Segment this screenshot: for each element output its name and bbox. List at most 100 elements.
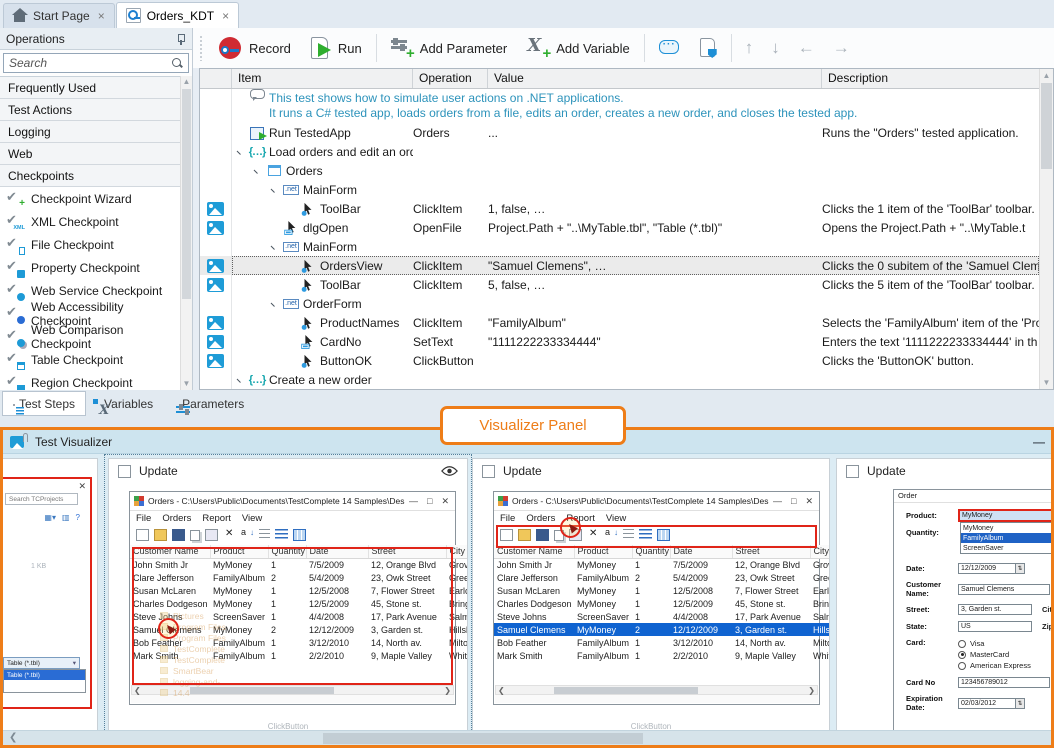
sidebar-item-xml-checkpoint[interactable]: ✔XML XML Checkpoint [0, 210, 180, 233]
visualizer-image-icon[interactable] [207, 316, 224, 330]
update-checkbox[interactable] [482, 465, 495, 478]
step-row[interactable]: Run TestedApp Orders ... Runs the "Order… [200, 123, 1039, 142]
visualizer-scrollbar[interactable]: ❮ [3, 730, 1051, 745]
sidebar-item-property-checkpoint[interactable]: ✔ Property Checkpoint [0, 256, 180, 279]
orders-toolbar-icon [657, 529, 670, 541]
tab-test-steps[interactable]: Test Steps [2, 391, 86, 416]
move-up-button[interactable]: ↑ [740, 38, 759, 58]
add-variable-button[interactable]: X+ Add Variable [521, 34, 635, 62]
minimize-icon: — [773, 496, 782, 507]
toolbar-grip[interactable] [199, 35, 204, 61]
scrollbar-thumb[interactable] [182, 89, 191, 299]
visualizer-image-icon[interactable] [207, 278, 224, 292]
column-item[interactable]: Item [232, 69, 413, 88]
column-description[interactable]: Description [822, 69, 1053, 88]
add-comment-button[interactable] [653, 35, 685, 61]
sidebar-item-web-comparison-checkpoint[interactable]: ✔ Web Comparison Checkpoint [0, 325, 180, 348]
move-left-button[interactable]: ← [793, 38, 820, 58]
orders-titlebar: Orders - C:\Users\Public\Documents\TestC… [130, 492, 455, 511]
step-row[interactable]: dlgOpen OpenFile Project.Path + "..\MyTa… [200, 218, 1039, 237]
order-row: Clare JeffersonFamilyAlbum25/4/200923, O… [130, 571, 467, 584]
step-row[interactable]: ButtonOK ClickButton Clicks the 'ButtonO… [200, 351, 1039, 370]
add-label-button[interactable] [693, 34, 723, 62]
scrollbar-thumb[interactable] [1041, 83, 1052, 169]
move-right-button[interactable]: → [828, 38, 855, 58]
sidebar-item-checkpoint-wizard[interactable]: ✔+ Checkpoint Wizard [0, 187, 180, 210]
sidebar-item-label: XML Checkpoint [31, 215, 119, 229]
column-value[interactable]: Value [488, 69, 822, 88]
category-logging[interactable]: Logging [0, 121, 180, 143]
move-down-button[interactable]: ↓ [766, 38, 785, 58]
category-frequently-used[interactable]: Frequently Used [0, 77, 180, 99]
search-input[interactable]: Search [3, 53, 189, 73]
orders-app-window: Orders - C:\Users\Public\Documents\TestC… [493, 491, 820, 705]
category-checkpoints[interactable]: Checkpoints [0, 165, 180, 187]
tab-start-page[interactable]: Start Page × [3, 3, 115, 28]
step-row[interactable]: {…}Create a new order [200, 370, 1039, 389]
visualizer-image-icon[interactable] [207, 354, 224, 368]
step-row[interactable]: {…}Load orders and edit an order [200, 142, 1039, 161]
operations-panel: Operations Search Frequently UsedTest Ac… [0, 28, 193, 390]
category-test-actions[interactable]: Test Actions [0, 99, 180, 121]
expand-caret-icon[interactable] [270, 185, 280, 195]
sidebar-item-region-checkpoint[interactable]: ✔ Region Checkpoint [0, 371, 180, 390]
expand-caret-icon[interactable] [270, 299, 280, 309]
thumbnail-open-dialog[interactable]: ✕ Search TCProjects ▦▾▥? 1 KB Table (*.t… [3, 458, 98, 730]
window-icon [265, 165, 283, 176]
scrollbar-thumb[interactable] [323, 733, 643, 744]
step-row[interactable]: ToolBar ClickItem 1, false, … Clicks the… [200, 199, 1039, 218]
close-icon[interactable]: × [98, 9, 105, 23]
run-button[interactable]: Run [305, 33, 368, 63]
orders-window-title: Orders - C:\Users\Public\Documents\TestC… [512, 496, 769, 506]
visualizer-image-icon[interactable] [207, 259, 224, 273]
update-checkbox[interactable] [118, 465, 131, 478]
expand-caret-icon[interactable] [270, 242, 280, 252]
thumbnail-update-grid[interactable]: Update Orders - C:\Users\Public\Document… [108, 458, 468, 730]
eye-icon[interactable] [441, 465, 458, 477]
comment-row[interactable]: This test shows how to simulate user act… [200, 89, 1039, 123]
visualizer-image-icon[interactable] [207, 335, 224, 349]
sidebar-item-label: Property Checkpoint [31, 261, 140, 275]
menu-file: File [136, 513, 151, 524]
window-controls: —□✕ [773, 496, 815, 507]
orders-toolbar [494, 525, 819, 545]
expand-caret-icon[interactable] [236, 375, 246, 385]
add-parameter-button[interactable]: + Add Parameter [385, 34, 513, 62]
thumbnail-update-toolbar[interactable]: Update Orders - C:\Users\Public\Document… [472, 458, 830, 730]
tab-parameters[interactable]: Parameters [165, 391, 255, 416]
orders-menubar: FileOrdersReportView [130, 511, 455, 525]
category-web[interactable]: Web [0, 143, 180, 165]
state-field: US [958, 621, 1032, 632]
step-row[interactable]: OrdersView ClickItem "Samuel Clemens", …… [200, 256, 1039, 275]
pin-icon[interactable] [176, 33, 186, 45]
thumbnail-update-orderform[interactable]: Update Order Product: MyMoney MyMoneyFam… [836, 458, 1051, 730]
order-row: Susan McLarenMyMoney112/5/20087, Flower … [494, 584, 829, 597]
tab-orders-kdt[interactable]: Orders_KDT × [116, 2, 239, 28]
steps-scrollbar[interactable]: ▲▼ [1039, 69, 1053, 389]
step-row[interactable]: .netMainForm [200, 180, 1039, 199]
step-row[interactable]: ProductNames ClickItem "FamilyAlbum" Sel… [200, 313, 1039, 332]
step-row[interactable]: CardNo SetText "1111222233334444" Enters… [200, 332, 1039, 351]
orders-window-title: Orders - C:\Users\Public\Documents\TestC… [148, 496, 405, 506]
step-row[interactable]: ToolBar ClickItem 5, false, … Clicks the… [200, 275, 1039, 294]
expand-caret-icon[interactable] [236, 147, 246, 157]
search-icon[interactable] [172, 58, 183, 69]
minimize-icon[interactable]: — [1033, 435, 1044, 449]
tab-variables[interactable]: Variables [87, 391, 164, 416]
step-row[interactable]: Orders [200, 161, 1039, 180]
grid-column: City [810, 545, 829, 558]
update-checkbox[interactable] [846, 465, 859, 478]
step-description: Runs the "Orders" tested application. [822, 126, 1039, 140]
step-row[interactable]: .netOrderForm [200, 294, 1039, 313]
expand-caret-icon[interactable] [253, 166, 263, 176]
orders-toolbar-icon [205, 529, 218, 541]
visualizer-image-icon[interactable] [207, 221, 224, 235]
column-operation[interactable]: Operation [413, 69, 488, 88]
visualizer-image-icon[interactable] [207, 202, 224, 216]
sidebar-item-file-checkpoint[interactable]: ✔ File Checkpoint [0, 233, 180, 256]
close-icon[interactable]: × [222, 9, 229, 23]
sidebar-scrollbar[interactable]: ▲▼ [180, 76, 192, 390]
step-row[interactable]: .netMainForm [200, 237, 1039, 256]
record-button[interactable]: Record [212, 33, 297, 63]
sidebar-item-table-checkpoint[interactable]: ✔ Table Checkpoint [0, 348, 180, 371]
